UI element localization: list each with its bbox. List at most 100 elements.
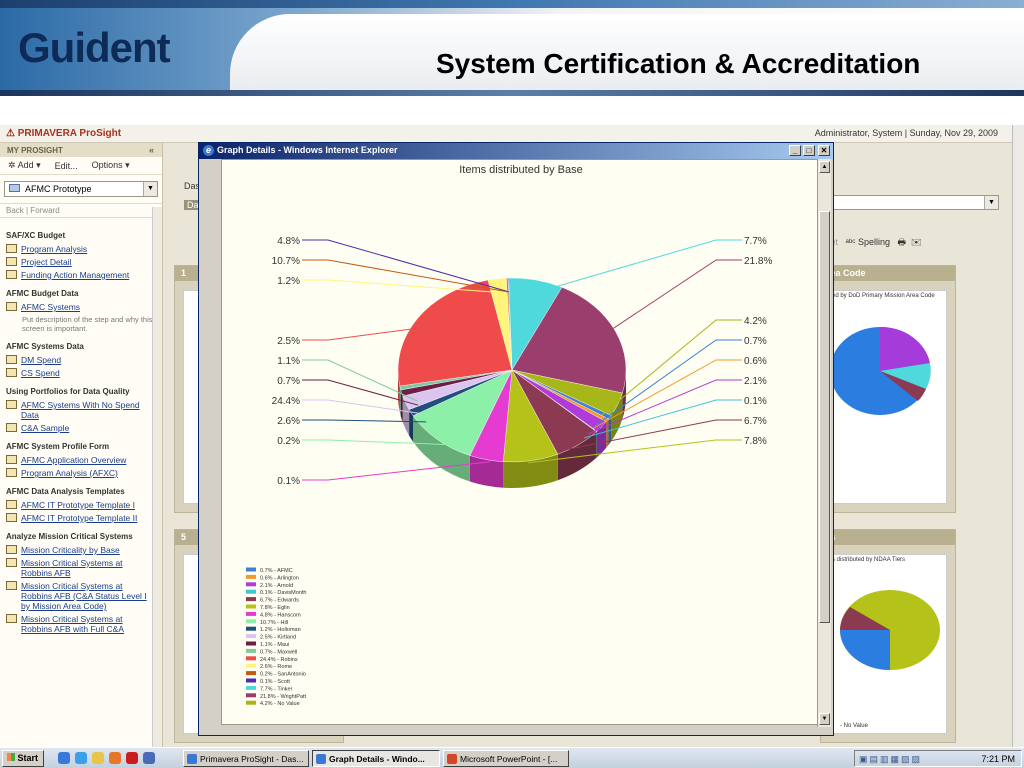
- legend-no-value-right: - No Value: [840, 723, 868, 729]
- sidebar-item[interactable]: Mission Critical Systems at Robbins AFB …: [6, 581, 156, 611]
- scroll-up-icon[interactable]: ▲: [819, 161, 830, 173]
- sidebar-item-label: Mission Critical Systems at Robbins AFB: [21, 558, 123, 578]
- legend-label: 2.6% - Rome: [260, 664, 292, 670]
- task-powerpoint[interactable]: Microsoft PowerPoint - [...: [443, 750, 569, 767]
- primavera-icon: ⚠: [6, 128, 15, 139]
- minimize-button[interactable]: _: [789, 145, 801, 156]
- sidebar-item[interactable]: AFMC IT Prototype Template I: [6, 500, 156, 510]
- sidebar-item[interactable]: Program Analysis: [6, 244, 156, 254]
- legend-label: 0.2% - SanAntonio: [260, 672, 306, 678]
- sidebar-item[interactable]: CS Spend: [6, 368, 156, 378]
- template-icon: [6, 558, 17, 567]
- legend-label: 7.7% - Tinker: [260, 686, 293, 692]
- clock[interactable]: 7:21 PM: [981, 754, 1015, 764]
- add-button[interactable]: ✲ Add ▾: [8, 160, 41, 171]
- windows-logo-icon: [7, 753, 15, 761]
- quicklaunch-firefox-icon[interactable]: [109, 752, 121, 764]
- sidebar-scrollbar[interactable]: [152, 207, 162, 747]
- quicklaunch-ie-icon[interactable]: [58, 752, 70, 764]
- popup-scrollbar[interactable]: ▲ ▼: [817, 159, 831, 727]
- header-band: [0, 0, 1024, 8]
- popup-titlebar[interactable]: e Graph Details - Windows Internet Explo…: [199, 143, 833, 159]
- sidebar-item[interactable]: Mission Criticality by Base: [6, 545, 156, 555]
- collapse-icon[interactable]: «: [149, 145, 154, 155]
- options-button[interactable]: Options ▾: [92, 160, 130, 171]
- sidebar-item[interactable]: AFMC IT Prototype Template II: [6, 513, 156, 523]
- options-label: Options: [91, 160, 123, 170]
- task-prosight[interactable]: Primavera ProSight - Das...: [183, 750, 309, 767]
- sidebar-header: MY PROSIGHT «: [0, 143, 162, 157]
- scroll-down-icon[interactable]: ▼: [819, 713, 830, 725]
- legend-swatch: [246, 648, 256, 653]
- pie-side-segment: [606, 418, 609, 448]
- pencil-icon: [6, 455, 17, 464]
- quicklaunch-app-icon[interactable]: [143, 752, 155, 764]
- sidebar-item[interactable]: AFMC Systems: [6, 302, 156, 312]
- print-icon[interactable]: 🖶: [898, 237, 907, 247]
- legend-label: 2.5% - Kirtland: [260, 635, 296, 641]
- sidebar-item[interactable]: Program Analysis (AFXC): [6, 468, 156, 478]
- legend-swatch: [246, 685, 256, 690]
- sidebar-item[interactable]: DM Spend: [6, 355, 156, 365]
- chart-panel: Items distributed by Base 7.7% 21.8% 4.2% 0…: [221, 159, 819, 725]
- sidebar-item[interactable]: Mission Critical Systems at Robbins AFB …: [6, 614, 156, 634]
- maximize-button[interactable]: □: [803, 145, 815, 156]
- app-scrollbar[interactable]: [1012, 125, 1024, 747]
- callout-label: 0.1%: [277, 476, 300, 487]
- spelling-button[interactable]: Spelling: [858, 237, 890, 247]
- legend-swatch: [246, 641, 256, 646]
- legend-swatch: [246, 567, 256, 572]
- legend-label: 0.7% - AFMC: [260, 568, 293, 574]
- callout-label: 1.1%: [277, 356, 300, 367]
- user-info: Administrator, System | Sunday, Nov 29, …: [814, 128, 998, 138]
- callout-label: 4.2%: [744, 316, 767, 327]
- legend-label: 1.2% - Holloman: [260, 627, 301, 633]
- dashboard-dropdown[interactable]: ▼: [821, 195, 999, 210]
- legend-swatch: [246, 619, 256, 624]
- close-button[interactable]: ✕: [818, 145, 830, 156]
- task-graph-details[interactable]: Graph Details - Windo...: [312, 750, 440, 767]
- dash-panel-ndaa-title: rs: [821, 530, 955, 545]
- slide: Guident System Certification & Accredita…: [0, 0, 1024, 768]
- legend-swatch: [246, 678, 256, 683]
- sidebar-item[interactable]: C&A Sample: [6, 423, 156, 433]
- quicklaunch-ie2-icon[interactable]: [75, 752, 87, 764]
- quicklaunch-folder-icon[interactable]: [92, 752, 104, 764]
- edit-button[interactable]: Edit...: [55, 161, 78, 171]
- task-label: Microsoft PowerPoint - [...: [460, 754, 558, 764]
- tray-icons[interactable]: ▣▤▥▦▧▨: [859, 754, 922, 765]
- legend-label: 0.1% - DavisMonth: [260, 590, 306, 596]
- sidebar-item[interactable]: AFMC Application Overview: [6, 455, 156, 465]
- callout-line: [599, 259, 742, 338]
- dash-panel-mission-area-title: rea Code: [821, 266, 955, 281]
- callout-label: 6.7%: [744, 416, 767, 427]
- legend-label: 0.7% - Maxwell: [260, 649, 297, 655]
- project-select-value: AFMC Prototype: [25, 184, 92, 194]
- legend-swatch: [246, 700, 256, 705]
- legend-label: 4.8% - Hanscom: [260, 612, 301, 618]
- sidebar-item-label: AFMC Systems: [21, 302, 81, 312]
- legend-swatch: [246, 626, 256, 631]
- sidebar-item[interactable]: Funding Action Management: [6, 270, 156, 280]
- quicklaunch-acrobat-icon[interactable]: [126, 752, 138, 764]
- sidebar-item[interactable]: Mission Critical Systems at Robbins AFB: [6, 558, 156, 578]
- project-select[interactable]: AFMC Prototype ▼: [4, 181, 158, 197]
- app-topbar: ⚠ PRIMAVERA ProSight Administrator, Syst…: [0, 125, 1024, 143]
- legend-swatch: [246, 604, 256, 609]
- legend-label: 1.1% - Maui: [260, 642, 289, 648]
- sidebar-item-label: Program Analysis: [21, 244, 88, 254]
- back-forward-links[interactable]: Back | Forward: [0, 203, 162, 218]
- start-button[interactable]: Start: [2, 750, 44, 767]
- email-icon[interactable]: ✉: [911, 237, 922, 247]
- sidebar-item-label: CS Spend: [21, 368, 60, 378]
- chevron-down-icon[interactable]: ▼: [984, 196, 998, 209]
- scroll-thumb[interactable]: [819, 211, 830, 623]
- chevron-down-icon[interactable]: ▼: [143, 182, 157, 196]
- callout-label: 0.7%: [744, 336, 767, 347]
- sidebar-item[interactable]: AFMC Systems With No Spend Data: [6, 400, 156, 420]
- sidebar-item[interactable]: Project Detail: [6, 257, 156, 267]
- sidebar-item-label: Project Detail: [21, 257, 72, 267]
- slide-title: System Certification & Accreditation: [436, 48, 921, 79]
- sidebar-item-label: Mission Critical Systems at Robbins AFB …: [21, 614, 124, 634]
- sidebar-item-label: AFMC Application Overview: [21, 455, 127, 465]
